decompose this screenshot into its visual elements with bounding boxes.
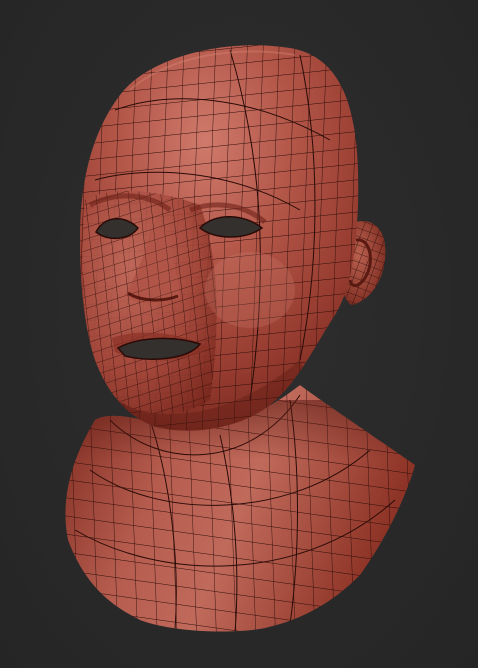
model-viewport[interactable]: [0, 0, 478, 668]
head: [80, 45, 359, 431]
head-bust-render: [65, 45, 415, 632]
